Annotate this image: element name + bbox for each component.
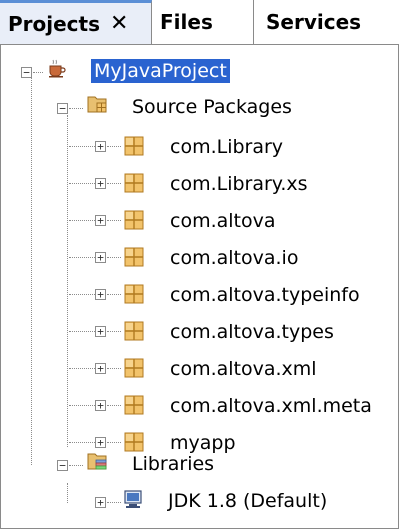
collapse-icon[interactable]: − xyxy=(57,103,68,114)
expand-icon[interactable]: + xyxy=(95,326,106,337)
tree-connector xyxy=(69,405,95,406)
package-label[interactable]: com.Library xyxy=(170,135,283,159)
tab-bar: Projects ✕ Files Services xyxy=(0,0,399,45)
jdk-label[interactable]: JDK 1.8 (Default) xyxy=(168,489,327,513)
expand-icon[interactable]: + xyxy=(95,178,106,189)
expand-icon[interactable]: + xyxy=(95,363,106,374)
tree-connector xyxy=(107,502,121,503)
tree-connector xyxy=(107,183,121,184)
tree-connector xyxy=(107,368,121,369)
tree-connector xyxy=(69,220,95,221)
tree-connector xyxy=(69,108,83,109)
expand-icon[interactable]: + xyxy=(95,252,106,263)
source-packages-label[interactable]: Source Packages xyxy=(132,95,292,119)
expand-icon[interactable]: + xyxy=(95,289,106,300)
package-icon xyxy=(124,284,144,304)
tree-connector xyxy=(107,257,121,258)
package-icon xyxy=(124,247,144,267)
tab-files-label: Files xyxy=(160,10,213,34)
package-label[interactable]: com.altova.io xyxy=(170,246,298,270)
tree-connector xyxy=(107,146,121,147)
tree-connector xyxy=(107,331,121,332)
tab-services[interactable]: Services xyxy=(254,0,399,44)
tree-connector xyxy=(67,483,68,503)
tree-connector xyxy=(69,183,95,184)
package-icon xyxy=(124,173,144,193)
tree-connector xyxy=(33,72,43,73)
tree-connector xyxy=(69,146,95,147)
tree-connector xyxy=(69,294,95,295)
project-tree: − MyJavaProject − Source Packages + com.L… xyxy=(0,45,399,529)
package-label[interactable]: com.altova.typeinfo xyxy=(170,283,360,307)
collapse-icon[interactable]: − xyxy=(57,460,68,471)
package-icon xyxy=(124,321,144,341)
tree-connector xyxy=(69,465,83,466)
java-project-icon xyxy=(49,59,66,78)
tree-connector xyxy=(69,257,95,258)
libraries-label[interactable]: Libraries xyxy=(132,452,214,476)
package-label[interactable]: com.altova.xml.meta xyxy=(170,394,372,418)
expand-icon[interactable]: + xyxy=(95,497,106,508)
tree-connector xyxy=(107,442,121,443)
tab-files[interactable]: Files xyxy=(152,0,254,44)
package-icon xyxy=(124,432,144,452)
package-icon xyxy=(124,358,144,378)
package-label[interactable]: com.altova.xml xyxy=(170,357,317,381)
tree-connector xyxy=(31,78,32,465)
source-packages-icon xyxy=(87,96,107,113)
tab-projects-label: Projects xyxy=(8,11,101,36)
project-name[interactable]: MyJavaProject xyxy=(91,59,230,83)
tree-connector xyxy=(69,331,95,332)
tab-services-label: Services xyxy=(266,10,362,34)
libraries-icon xyxy=(87,453,107,470)
tree-connector xyxy=(69,442,95,443)
tree-connector xyxy=(107,405,121,406)
jdk-icon xyxy=(124,490,142,508)
expand-icon[interactable]: + xyxy=(95,141,106,152)
tab-projects[interactable]: Projects ✕ xyxy=(0,0,152,44)
tree-connector xyxy=(107,294,121,295)
collapse-icon[interactable]: − xyxy=(21,67,32,78)
expand-icon[interactable]: + xyxy=(95,437,106,448)
tree-connector xyxy=(69,368,95,369)
close-icon[interactable]: ✕ xyxy=(110,11,128,36)
package-icon xyxy=(124,136,144,156)
tree-connector xyxy=(67,115,68,447)
package-label[interactable]: com.altova.types xyxy=(170,320,334,344)
package-icon xyxy=(124,395,144,415)
expand-icon[interactable]: + xyxy=(95,215,106,226)
tree-connector xyxy=(107,220,121,221)
expand-icon[interactable]: + xyxy=(95,400,106,411)
package-icon xyxy=(124,210,144,230)
package-label[interactable]: com.Library.xs xyxy=(170,172,308,196)
package-label[interactable]: com.altova xyxy=(170,209,276,233)
